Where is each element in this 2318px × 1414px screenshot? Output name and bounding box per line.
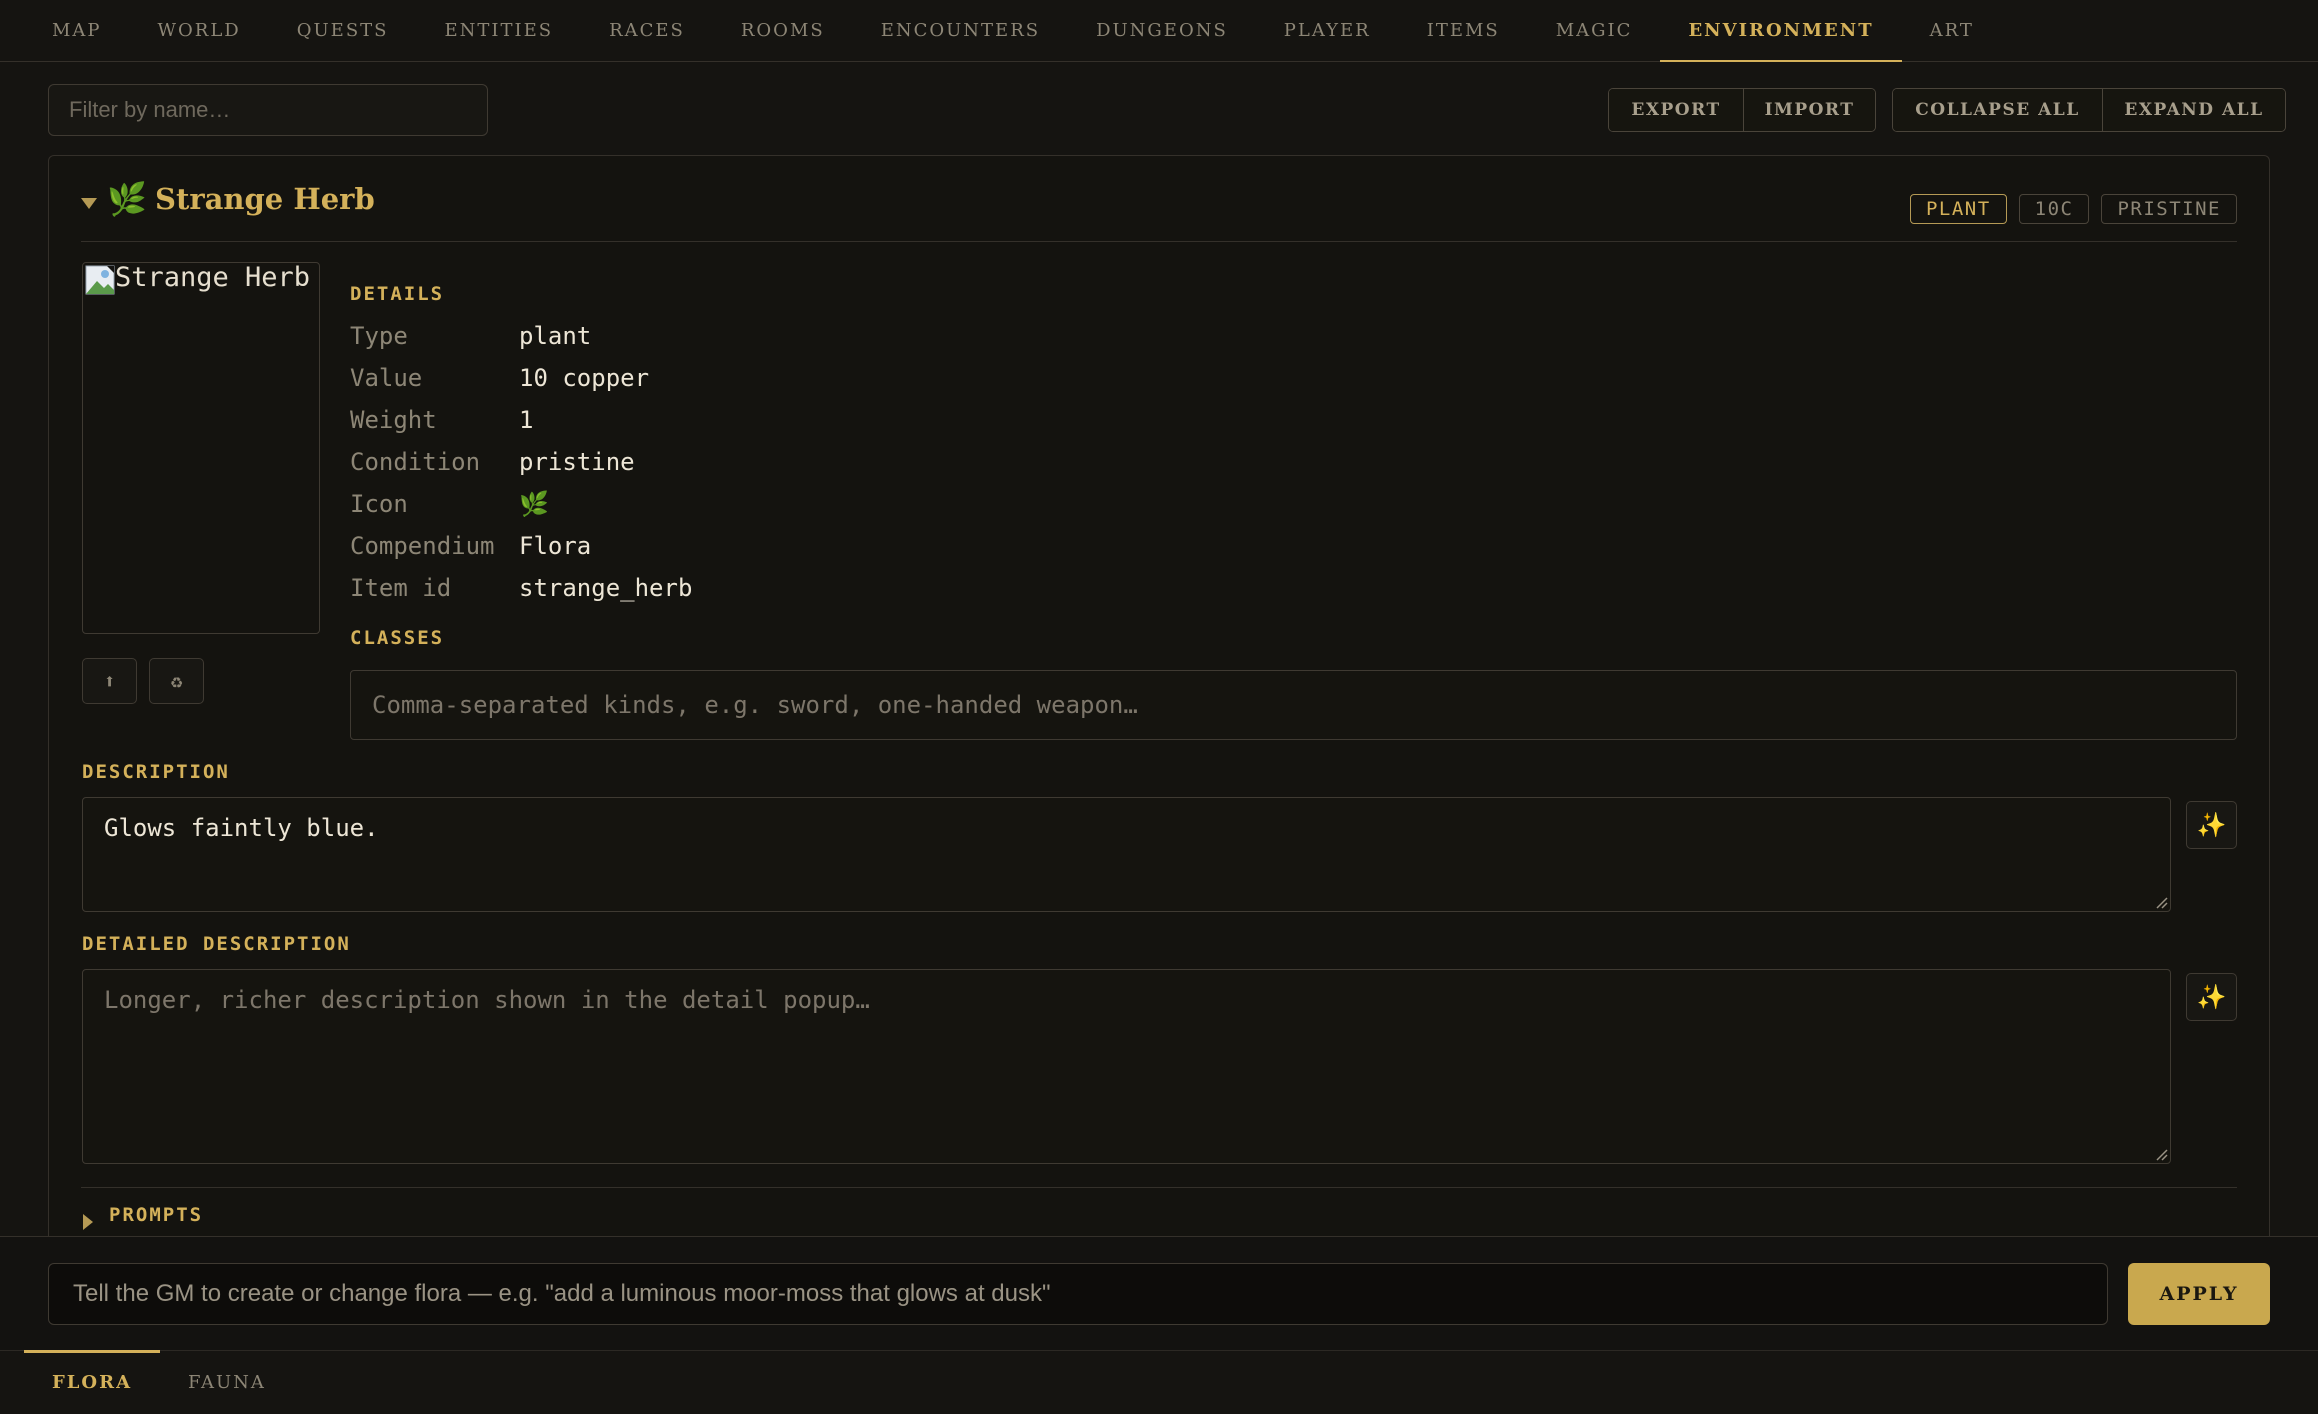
gm-command-input[interactable]	[48, 1263, 2108, 1325]
tab-fauna[interactable]: FAUNA	[160, 1351, 294, 1414]
detail-value: 1	[519, 406, 534, 434]
detail-value: strange_herb	[519, 574, 693, 602]
detail-row-weight: Weight 1	[350, 399, 533, 441]
detailed-description-label: DETAILED DESCRIPTION	[82, 933, 351, 955]
classes-input[interactable]	[350, 670, 2237, 740]
prompts-toggle[interactable]: PROMPTS	[109, 1204, 203, 1226]
tab-encounters[interactable]: ENCOUNTERS	[853, 0, 1068, 61]
regenerate-image-button[interactable]: ♻	[149, 658, 204, 704]
apply-button[interactable]: APPLY	[2128, 1263, 2270, 1325]
detail-row-condition: Condition pristine	[350, 441, 635, 483]
detail-key: Type	[350, 322, 408, 350]
environment-subnav: FLORA FAUNA	[0, 1350, 2318, 1414]
filter-input[interactable]	[48, 84, 488, 136]
expand-all-button[interactable]: EXPAND ALL	[2101, 89, 2285, 131]
tab-player[interactable]: PLAYER	[1256, 0, 1399, 61]
badge-type: PLANT	[1909, 194, 2007, 224]
item-badges: PLANT 10C PRISTINE	[1909, 194, 2237, 224]
detail-value: Flora	[519, 532, 592, 560]
detail-row-item-id: Item id strange_herb	[350, 567, 692, 609]
details-label: DETAILS	[350, 283, 445, 305]
sparkle-icon: ✨	[2196, 983, 2227, 1011]
detail-row-icon: Icon 🌿	[350, 483, 549, 525]
expand-caret-icon[interactable]	[83, 1214, 93, 1230]
tab-world[interactable]: WORLD	[130, 0, 269, 61]
tab-flora[interactable]: FLORA	[24, 1350, 161, 1414]
export-button[interactable]: EXPORT	[1609, 89, 1743, 131]
tab-environment[interactable]: ENVIRONMENT	[1660, 0, 1902, 62]
badge-condition: PRISTINE	[2101, 194, 2237, 224]
detail-key: Weight	[350, 406, 437, 434]
description-textarea[interactable]: Glows faintly blue.	[82, 797, 2171, 912]
detailed-description-textarea[interactable]	[82, 969, 2171, 1164]
divider	[81, 1187, 2237, 1188]
tab-items[interactable]: ITEMS	[1399, 0, 1528, 61]
tab-map[interactable]: MAP	[24, 0, 130, 61]
upload-icon: ⬆	[103, 669, 116, 693]
detail-key: Compendium	[350, 532, 495, 560]
item-title: Strange Herb	[155, 182, 375, 216]
tab-magic[interactable]: MAGIC	[1528, 0, 1661, 61]
resize-grip-icon[interactable]	[2154, 1147, 2168, 1161]
item-image: Strange Herb	[82, 262, 320, 634]
tab-races[interactable]: RACES	[581, 0, 713, 61]
collapse-expand-group: COLLAPSE ALL EXPAND ALL	[1892, 88, 2286, 132]
leaf-icon: 🌿	[107, 180, 147, 218]
description-label: DESCRIPTION	[82, 761, 230, 783]
tab-art[interactable]: ART	[1902, 0, 2002, 61]
detail-value: pristine	[519, 448, 635, 476]
detail-row-value: Value 10 copper	[350, 357, 649, 399]
generate-description-button[interactable]: ✨	[2186, 801, 2237, 849]
generate-detailed-description-button[interactable]: ✨	[2186, 973, 2237, 1021]
detail-key: Value	[350, 364, 423, 392]
collapse-caret-icon[interactable]	[81, 198, 97, 209]
collapse-all-button[interactable]: COLLAPSE ALL	[1893, 89, 2102, 131]
detail-row-type: Type plant	[350, 315, 591, 357]
sparkle-icon: ✨	[2196, 811, 2227, 839]
tab-rooms[interactable]: ROOMS	[713, 0, 853, 61]
tab-entities[interactable]: ENTITIES	[416, 0, 581, 61]
badge-value: 10C	[2018, 194, 2090, 224]
command-bar: APPLY	[0, 1236, 2318, 1350]
item-card-header[interactable]: 🌿 Strange Herb PLANT 10C PRISTINE	[81, 156, 2237, 242]
detail-value: 10 copper	[519, 364, 650, 392]
tab-quests[interactable]: QUESTS	[269, 0, 417, 61]
detail-key: Item id	[350, 574, 452, 602]
recycle-icon: ♻	[170, 669, 183, 693]
upload-image-button[interactable]: ⬆	[82, 658, 137, 704]
export-import-group: EXPORT IMPORT	[1608, 88, 1876, 132]
classes-label: CLASSES	[350, 627, 445, 649]
top-nav: MAP WORLD QUESTS ENTITIES RACES ROOMS EN…	[0, 0, 2318, 62]
detail-key: Icon	[350, 490, 408, 518]
resize-grip-icon[interactable]	[2154, 895, 2168, 909]
detail-row-compendium: Compendium Flora	[350, 525, 591, 567]
detail-key: Condition	[350, 448, 481, 476]
broken-image-icon	[85, 265, 115, 295]
tab-dungeons[interactable]: DUNGEONS	[1068, 0, 1256, 61]
item-card: 🌿 Strange Herb PLANT 10C PRISTINE Strang…	[48, 155, 2270, 1255]
import-button[interactable]: IMPORT	[1742, 89, 1875, 131]
detail-value: plant	[519, 322, 592, 350]
leaf-icon: 🌿	[519, 490, 549, 518]
image-alt-text: Strange Herb	[115, 262, 311, 293]
